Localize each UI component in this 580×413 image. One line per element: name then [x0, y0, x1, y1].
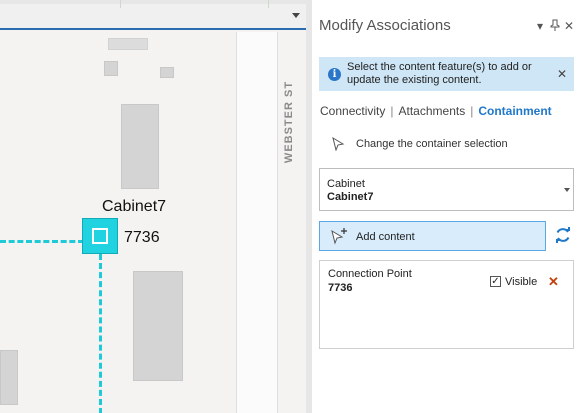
map-tab-bar: [0, 0, 306, 30]
close-icon[interactable]: ✕: [557, 67, 567, 81]
feature-label-id: 7736: [124, 229, 160, 246]
road: [236, 32, 278, 413]
network-line[interactable]: [99, 254, 102, 413]
building: [160, 67, 174, 78]
content-item-id: 7736: [328, 282, 353, 294]
tab-divider: [268, 0, 269, 8]
building: [121, 104, 159, 189]
close-icon[interactable]: ✕: [564, 19, 574, 33]
container-layer: Cabinet: [327, 178, 365, 190]
modify-associations-pane: Modify Associations ▾ ✕ i Select the con…: [312, 0, 580, 413]
visible-label: Visible: [505, 276, 538, 288]
info-banner: i Select the content feature(s) to add o…: [319, 57, 574, 91]
content-list: Connection Point 7736 ✓ Visible ✕: [319, 260, 574, 349]
building: [133, 271, 183, 381]
container-value: Cabinet7: [327, 191, 374, 203]
refresh-icon[interactable]: [554, 226, 574, 246]
pin-icon[interactable]: [550, 19, 560, 34]
street-label: WEBSTER ST: [283, 80, 295, 164]
tab-containment[interactable]: Containment: [478, 104, 551, 118]
tab-attachments[interactable]: Attachments: [399, 104, 466, 118]
map-view[interactable]: WEBSTER ST Cabinet7 7736: [0, 0, 306, 413]
cabinet-symbol-inner: [92, 228, 108, 244]
add-content-button[interactable]: Add content: [319, 221, 546, 251]
tab-bar: Connectivity | Attachments | Containment: [320, 104, 552, 118]
chevron-down-icon[interactable]: ▾: [537, 19, 543, 33]
feature-label-name: Cabinet7: [102, 198, 167, 215]
tab-separator: |: [470, 104, 474, 118]
cabinet-feature-symbol[interactable]: [82, 218, 118, 254]
building: [104, 61, 118, 76]
select-cursor-icon: [331, 136, 345, 156]
info-icon: i: [328, 68, 341, 81]
chevron-down-icon: [564, 188, 570, 192]
pane-title: Modify Associations: [319, 17, 451, 34]
container-dropdown[interactable]: Cabinet Cabinet7: [319, 168, 574, 211]
network-line[interactable]: [0, 240, 84, 243]
building: [0, 350, 18, 405]
content-item-layer: Connection Point: [328, 268, 412, 280]
add-select-icon: [330, 227, 350, 250]
change-container-selection-button[interactable]: Change the container selection: [326, 134, 566, 154]
visible-checkbox[interactable]: ✓: [490, 276, 501, 287]
tab-connectivity[interactable]: Connectivity: [320, 104, 385, 118]
change-container-selection-label: Change the container selection: [356, 138, 508, 150]
remove-content-icon[interactable]: ✕: [548, 274, 559, 290]
building: [108, 38, 148, 50]
tab-divider: [120, 0, 121, 8]
tab-list-dropdown-icon[interactable]: [292, 13, 300, 18]
add-content-label: Add content: [356, 231, 415, 243]
tab-separator: |: [390, 104, 394, 118]
tab-strip: [0, 0, 306, 4]
info-text: Select the content feature(s) to add or …: [347, 61, 532, 86]
